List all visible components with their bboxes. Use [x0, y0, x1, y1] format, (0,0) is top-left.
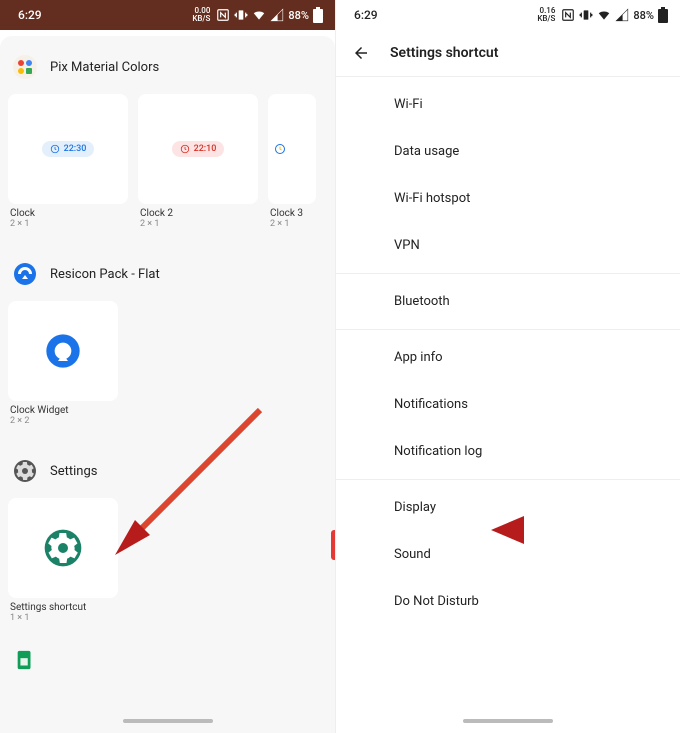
widget-meta: Clock 2 2 × 1: [138, 208, 258, 229]
status-right: 0.16 KB/S 88%: [537, 7, 668, 23]
clock-icon: [274, 143, 286, 155]
widget-meta: Clock Widget 2 × 2: [8, 405, 327, 426]
settings-shortcut-header: Settings shortcut: [336, 30, 680, 76]
item-notifications[interactable]: Notifications: [336, 381, 680, 428]
section-settings[interactable]: Settings: [8, 452, 327, 498]
app-icon: [12, 647, 38, 673]
pix-meta-row: Clock 2 × 1 Clock 2 2 × 1 Clock 3 2 × 1: [8, 204, 327, 229]
status-time: 6:29: [18, 8, 42, 22]
clock-icon: [50, 144, 60, 154]
pix-widgets-row: 22:30 22:10: [8, 94, 327, 204]
resicon-widgets: Clock Widget 2 × 2: [8, 301, 327, 426]
widget-name: Clock 2: [140, 208, 258, 219]
widget-settings-shortcut[interactable]: [8, 498, 118, 598]
clock-time: 22:10: [194, 144, 217, 154]
vibrate-icon: [234, 8, 248, 22]
status-time: 6:29: [354, 8, 378, 22]
battery-text: 88%: [633, 9, 654, 22]
status-right: 0.00 KB/S 88%: [192, 7, 323, 23]
clock-chip-red: 22:10: [172, 141, 225, 157]
widget-meta: Clock 2 × 1: [8, 208, 128, 229]
page-title: Settings shortcut: [390, 45, 498, 61]
widget-clock-widget[interactable]: [8, 301, 118, 401]
widget-size: 2 × 1: [10, 219, 128, 229]
status-icons: 88%: [216, 7, 323, 23]
widget-size: 2 × 2: [10, 416, 327, 426]
widget-clock1[interactable]: 22:30: [8, 94, 128, 204]
widget-clock3[interactable]: [268, 94, 316, 204]
clock-time: 22:30: [64, 144, 87, 154]
resicon-app-icon: [12, 261, 38, 287]
battery-text: 88%: [288, 9, 309, 22]
clock-icon: [180, 144, 190, 154]
item-vpn[interactable]: VPN: [336, 222, 680, 269]
widget-size: 2 × 1: [270, 219, 316, 229]
pix-app-icon: [12, 54, 38, 80]
item-data-usage[interactable]: Data usage: [336, 128, 680, 175]
battery-icon: [313, 7, 323, 23]
wifi-icon: [252, 8, 266, 22]
widget-name: Clock 3: [270, 208, 316, 219]
right-screen: 6:29 0.16 KB/S 88% Settings shortcut Wi-…: [336, 0, 680, 733]
left-screen: 6:29 0.00 KB/S 88% Pix Material Colors: [0, 0, 336, 733]
status-bar-right: 6:29 0.16 KB/S 88%: [336, 0, 680, 30]
widget-size: 1 × 1: [10, 613, 327, 623]
nfc-icon: [216, 8, 230, 22]
resicon-icon: [43, 331, 83, 371]
back-arrow-icon[interactable]: [352, 44, 370, 62]
item-sound[interactable]: Sound: [336, 531, 680, 578]
signal-icon: [615, 8, 629, 22]
status-bar-left: 6:29 0.00 KB/S 88%: [0, 0, 335, 30]
section-title: Pix Material Colors: [50, 60, 159, 75]
section-pix[interactable]: Pix Material Colors: [8, 48, 327, 94]
widget-meta: Settings shortcut 1 × 1: [8, 602, 327, 623]
clock-chip-blue: 22:30: [42, 141, 95, 157]
widget-name: Settings shortcut: [10, 602, 327, 613]
settings-widgets: Settings shortcut 1 × 1: [8, 498, 327, 623]
nfc-icon: [561, 8, 575, 22]
widget-meta: Clock 3 2 × 1: [268, 208, 316, 229]
section-sheets-partial[interactable]: [8, 641, 327, 687]
section-title: Settings: [50, 464, 97, 479]
item-display[interactable]: Display: [336, 484, 680, 531]
widget-name: Clock: [10, 208, 128, 219]
net-speed: 0.16 KB/S: [537, 7, 555, 23]
status-icons: 88%: [561, 7, 668, 23]
item-dnd[interactable]: Do Not Disturb: [336, 578, 680, 625]
battery-icon: [658, 7, 668, 23]
scroll-indicator: [123, 719, 213, 723]
item-app-info[interactable]: App info: [336, 334, 680, 381]
widget-clock2[interactable]: 22:10: [138, 94, 258, 204]
item-wifi-hotspot[interactable]: Wi-Fi hotspot: [336, 175, 680, 222]
settings-app-icon: [12, 458, 38, 484]
net-speed: 0.00 KB/S: [192, 7, 210, 23]
item-wifi[interactable]: Wi-Fi: [336, 81, 680, 128]
widget-size: 2 × 1: [140, 219, 258, 229]
widget-name: Clock Widget: [10, 405, 327, 416]
section-resicon[interactable]: Resicon Pack - Flat: [8, 255, 327, 301]
scroll-indicator: [463, 719, 553, 723]
vibrate-icon: [579, 8, 593, 22]
item-bluetooth[interactable]: Bluetooth: [336, 278, 680, 325]
signal-icon: [270, 8, 284, 22]
item-notification-log[interactable]: Notification log: [336, 428, 680, 475]
wifi-icon: [597, 8, 611, 22]
settings-shortcut-list: Wi-Fi Data usage Wi-Fi hotspot VPN Bluet…: [336, 76, 680, 629]
widget-picker: Pix Material Colors 22:30 22:10 Clo: [0, 36, 335, 733]
settings-gear-icon: [43, 528, 83, 568]
section-title: Resicon Pack - Flat: [50, 267, 160, 282]
